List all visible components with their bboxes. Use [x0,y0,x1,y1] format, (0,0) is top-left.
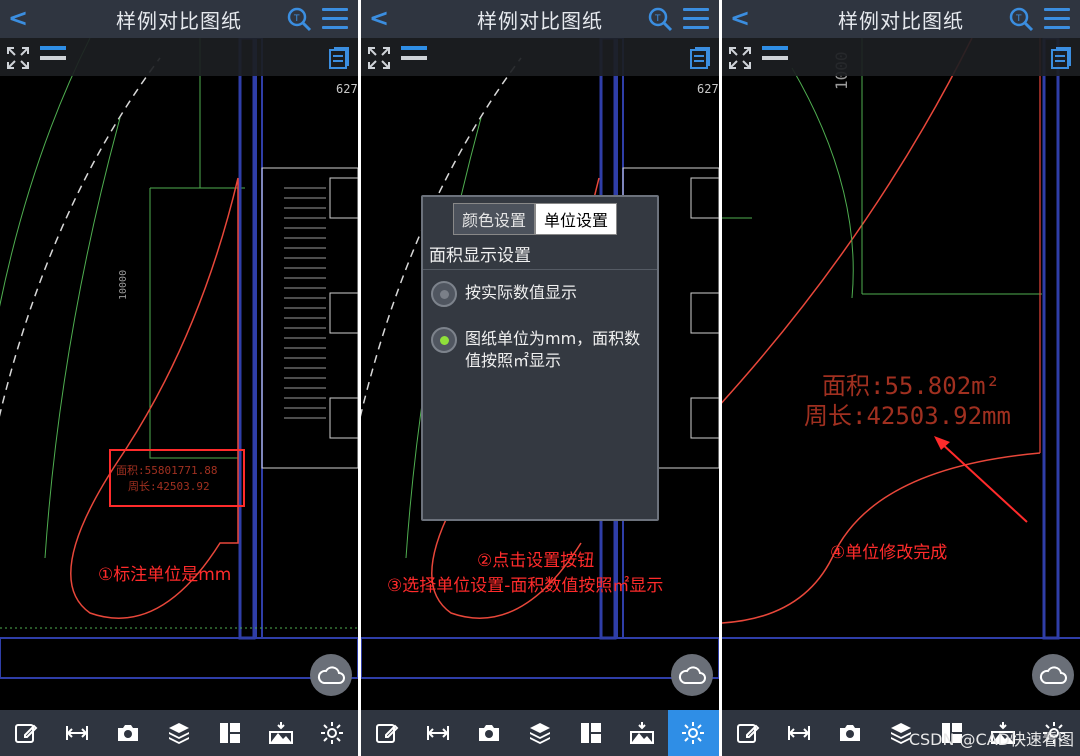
layout-icon [581,723,602,743]
gear-icon [321,722,344,744]
annotation-step3: ③选择单位设置-面积数值按照㎡显示 [387,576,664,596]
dialog-tabs: 颜色设置 单位设置 [453,203,618,235]
settings-tool[interactable] [307,710,358,756]
area-display-heading: 面积显示设置 [429,246,531,266]
tab-unit-settings[interactable]: 单位设置 [535,203,618,235]
cad-drawing-canvas[interactable] [0,38,358,710]
view-toolbar [722,38,1080,76]
panel-settings: 627 < 样例对比图纸 T 颜色设置 单位设置 面积显示设置 按实际数值显示 … [361,0,719,756]
divider [423,269,657,270]
annotation-step1: ①标注单位是mm [98,565,232,585]
cloud-icon [678,666,706,684]
menu-icon[interactable] [1044,8,1070,30]
cad-side-label: 627 [336,82,358,96]
edit-icon [736,724,759,743]
back-arrow-icon[interactable]: < [369,4,389,32]
measure-tool[interactable] [773,710,824,756]
unit-settings-dialog: 颜色设置 单位设置 面积显示设置 按实际数值显示 图纸单位为mm，面积数 值按照… [421,195,659,521]
cad-perimeter-label: 周长:42503.92mm [804,402,1011,430]
radio-selected[interactable] [431,327,457,353]
fullscreen-icon[interactable] [367,46,391,70]
image-tool[interactable] [617,710,668,756]
edit-icon [14,724,37,743]
menu-icon[interactable] [683,8,709,30]
camera-icon [839,725,860,741]
measure-icon [787,726,810,740]
tab-color-settings[interactable]: 颜色设置 [453,203,536,235]
search-icon[interactable]: T [1008,6,1034,32]
catalog-icon[interactable] [689,46,711,70]
menu-icon[interactable] [322,8,348,30]
svg-text:T: T [654,14,661,24]
layer-toggle-icon[interactable] [40,46,66,68]
edit-tool[interactable] [361,710,412,756]
cad-area-label: 面积:55801771.88 [116,464,218,477]
bottom-toolbar [0,710,358,756]
search-icon[interactable]: T [286,6,312,32]
back-arrow-icon[interactable]: < [730,4,750,32]
edit-tool[interactable] [722,710,773,756]
cloud-button[interactable] [1032,654,1074,696]
edit-tool[interactable] [0,710,51,756]
image-icon [630,722,655,744]
image-icon [269,722,294,744]
svg-text:T: T [293,14,300,24]
layers-icon [168,723,189,744]
settings-tool[interactable] [667,710,719,756]
layout-tool[interactable] [566,710,617,756]
panel-after: 面积:55.802m² 周长:42503.92mm 1000 < 样例对比图纸 … [722,0,1080,756]
svg-text:T: T [1015,14,1022,24]
cloud-icon [1039,666,1067,684]
layer-toggle-icon[interactable] [762,46,788,68]
cloud-button[interactable] [671,654,713,696]
fullscreen-icon[interactable] [728,46,752,70]
cloud-icon [317,666,345,684]
measure-tool[interactable] [412,710,463,756]
page-title: 样例对比图纸 [838,8,964,33]
back-arrow-icon[interactable]: < [8,4,28,32]
layers-tool[interactable] [153,710,204,756]
watermark: CSDN @CAD快速看图 [908,730,1074,749]
measure-tool[interactable] [51,710,102,756]
cad-perimeter-label: 周长:42503.92 [128,480,210,493]
gear-icon [682,722,705,744]
edit-icon [375,724,398,743]
cloud-button[interactable] [310,654,352,696]
annotation-step2: ②点击设置按钮 [477,551,595,571]
layers-icon [529,723,550,744]
cad-side-label: 627 [697,82,719,96]
page-title: 样例对比图纸 [477,8,603,33]
page-title: 样例对比图纸 [116,8,242,33]
top-navigation-bar: < 样例对比图纸 T [722,0,1080,38]
panel-before: 面积:55801771.88 周长:42503.92 10000 627 < 样… [0,0,358,756]
cad-dimension-label: 10000 [118,269,129,300]
view-toolbar [0,38,358,76]
top-navigation-bar: < 样例对比图纸 T [0,0,358,38]
search-icon[interactable]: T [647,6,673,32]
layer-toggle-icon[interactable] [401,46,427,68]
catalog-icon[interactable] [328,46,350,70]
measure-icon [65,726,88,740]
layout-icon [220,723,241,743]
annotation-step4: ④单位修改完成 [830,543,948,563]
fullscreen-icon[interactable] [6,46,30,70]
layers-tool[interactable] [514,710,565,756]
layout-tool[interactable] [205,710,256,756]
camera-tool[interactable] [102,710,153,756]
camera-icon [117,725,138,741]
top-navigation-bar: < 样例对比图纸 T [361,0,719,38]
catalog-icon[interactable] [1050,46,1072,70]
camera-icon [478,725,499,741]
measure-icon [426,726,449,740]
camera-tool[interactable] [824,710,875,756]
bottom-toolbar [361,710,719,756]
image-tool[interactable] [256,710,307,756]
view-toolbar [361,38,719,76]
radio-unselected[interactable] [431,281,457,307]
camera-tool[interactable] [463,710,514,756]
